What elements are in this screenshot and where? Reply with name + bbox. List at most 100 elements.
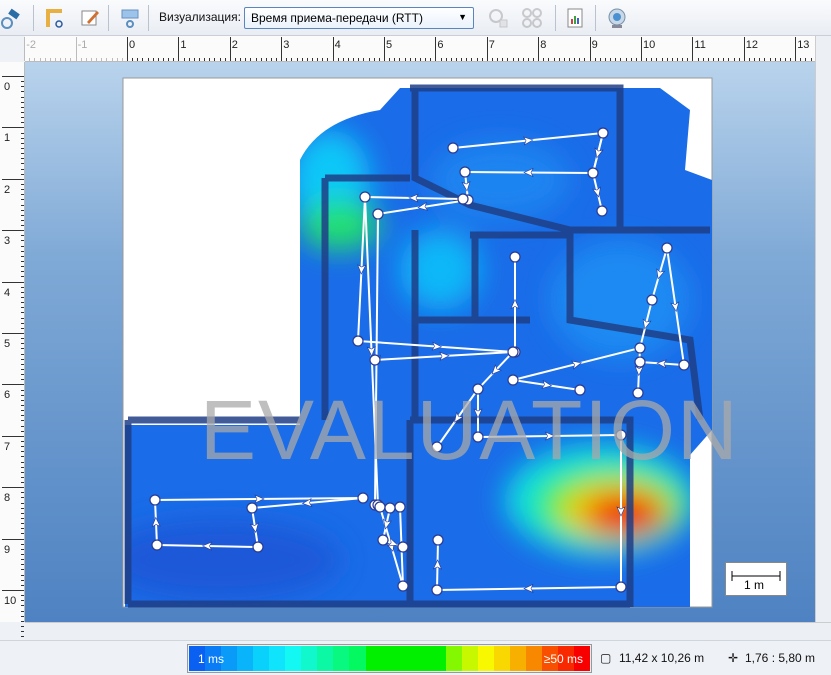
survey-point[interactable] [634,356,646,368]
survey-point[interactable] [431,584,443,596]
survey-point[interactable] [615,429,627,441]
survey-point[interactable] [507,346,519,358]
legend-swatch [429,646,446,671]
survey-point[interactable] [661,242,673,254]
survey-point[interactable] [646,294,658,306]
ap-check-icon[interactable] [486,6,510,30]
legend-swatch [461,646,478,671]
ruler-label: 9 [4,543,11,556]
survey-point[interactable] [377,534,389,546]
status-bar: 1 ms ≥50 ms ▢ 11,42 x 10,26 m ✛ 1,76 : 5,… [0,640,831,675]
survey-point[interactable] [394,501,406,513]
ruler-path-icon[interactable] [42,6,66,30]
ruler-label: 1 [4,132,11,145]
ruler-label: 9 [591,39,598,51]
color-legend: 1 ms ≥50 ms [187,644,592,673]
cursor-readout: 1,76 : 5,80 m [745,651,816,665]
ruler-label: 3 [4,235,11,248]
survey-point[interactable] [369,354,381,366]
legend-swatch [317,646,334,671]
survey-point[interactable] [372,208,384,220]
ruler-label: 12 [745,39,759,51]
map-canvas[interactable]: EVALUATION [25,62,815,622]
legend-swatch [397,646,414,671]
ruler-label: 2 [4,183,11,196]
survey-point[interactable] [149,494,161,506]
visualization-value: Время приема-передачи (RTT) [251,11,423,25]
legend-max-label: ≥50 ms [543,652,583,666]
size-readout: 11,42 x 10,26 m [619,651,705,665]
ruler-label: 5 [386,39,393,51]
survey-point[interactable] [574,384,586,396]
survey-point[interactable] [384,502,396,514]
survey-point[interactable] [632,387,644,399]
floor-plan [122,77,713,608]
legend-swatch [509,646,526,671]
ruler-label: 8 [540,39,547,51]
marker-icon[interactable] [118,6,142,30]
survey-point[interactable] [472,383,484,395]
survey-point[interactable] [397,541,409,553]
survey-point[interactable] [459,166,471,178]
ruler-label: 6 [437,39,444,51]
horizontal-scrollbar[interactable] [25,622,831,640]
survey-point[interactable] [357,492,369,504]
legend-swatch [237,646,254,671]
ruler-label: 13 [797,39,810,51]
cursor-icon: ✛ [728,651,739,665]
ruler-label: 3 [283,39,290,51]
ap-grid-icon[interactable] [520,6,544,30]
survey-point[interactable] [252,541,264,553]
survey-point[interactable] [678,359,690,371]
survey-point[interactable] [472,431,484,443]
ruler-label: 4 [4,286,11,299]
survey-point[interactable] [359,191,371,203]
ruler-label: 7 [4,440,11,453]
legend-swatch [333,646,350,671]
survey-point[interactable] [374,501,386,513]
edit-icon[interactable] [78,6,102,30]
survey-point[interactable] [615,581,627,593]
ruler-label: 6 [4,389,11,402]
survey-point[interactable] [432,534,444,546]
survey-point[interactable] [509,251,521,263]
legend-swatch [349,646,366,671]
survey-point[interactable] [352,335,364,347]
survey-point[interactable] [597,127,609,139]
survey-point[interactable] [431,441,443,453]
survey-point[interactable] [151,539,163,551]
survey-point[interactable] [397,580,409,592]
chevron-down-icon: ▼ [458,12,467,22]
survey-point[interactable] [634,342,646,354]
legend-swatch [413,646,430,671]
satellite-icon[interactable] [0,6,24,30]
survey-point[interactable] [587,167,599,179]
ruler-label: -1 [77,39,88,51]
legend-swatch [365,646,382,671]
visualization-label: Визуализация: [159,10,241,24]
legend-swatch [477,646,494,671]
survey-point[interactable] [596,205,608,217]
webcam-icon[interactable] [605,6,629,30]
ruler-label: 4 [334,39,341,51]
vertical-scrollbar[interactable] [815,36,831,622]
vertical-ruler: 0 1 2 3 4 5 6 7 8 9 10 [0,62,25,638]
ruler-label: 0 [129,39,136,51]
survey-point[interactable] [246,502,258,514]
legend-swatch [269,646,286,671]
ruler-label: 10 [643,39,656,51]
horizontal-ruler: -2 -1 0 1 2 3 4 5 6 7 8 9 10 11 12 13 [24,36,828,62]
scale-bar: 1 m [725,562,787,596]
survey-point[interactable] [447,142,459,154]
legend-swatch [301,646,318,671]
ruler-label: 11 [694,39,706,51]
visualization-select[interactable]: Время приема-передачи (RTT) ▼ [244,7,474,29]
scale-label: 1 m [744,578,765,592]
legend-swatch [493,646,510,671]
report-icon[interactable] [563,6,587,30]
ruler-label: 10 [4,595,17,607]
survey-point[interactable] [457,193,469,205]
toolbar: Визуализация: Время приема-передачи (RTT… [0,0,831,36]
ruler-label: 0 [4,81,11,93]
survey-point[interactable] [507,374,519,386]
